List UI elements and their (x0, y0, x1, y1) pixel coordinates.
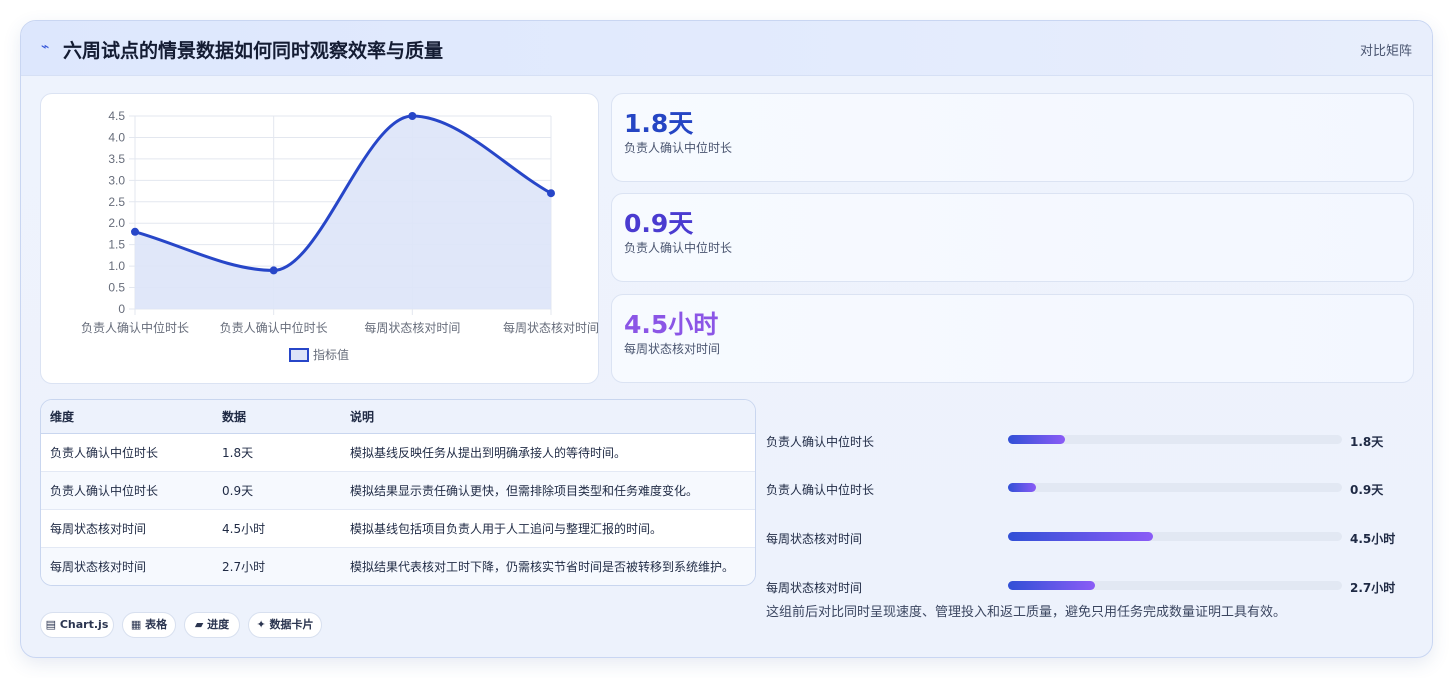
chip-label: 进度 (207, 618, 230, 631)
progress-label: 每周状态核对时间 (766, 532, 863, 546)
dashboard-panel: ⌁ 六周试点的情景数据如何同时观察效率与质量 对比矩阵 0 0.5 1.0 1.5 2.… (20, 20, 1433, 658)
legend-swatch (289, 348, 309, 362)
progress-label: 负责人确认中位时长 (766, 483, 875, 497)
progress-value: 2.7小时 (1350, 581, 1396, 595)
y-tick-label: 1.5 (108, 238, 125, 252)
stat-value: 0.9天 (624, 209, 694, 238)
progress-fill (1008, 483, 1037, 492)
panel-header: ⌁ 六周试点的情景数据如何同时观察效率与质量 对比矩阵 (21, 21, 1432, 76)
pulse-icon: ⌁ (41, 39, 50, 55)
y-tick-label: 2.5 (108, 195, 125, 209)
table-cell: 模拟结果显示责任确认更快，但需排除项目类型和任务难度变化。 (341, 471, 755, 510)
y-tick-label: 3.5 (108, 152, 125, 166)
table-cell: 模拟结果代表核对工时下降，仍需核实节省时间是否被转移到系统维护。 (341, 547, 755, 585)
stat-label: 每周状态核对时间 (624, 342, 721, 356)
table-cell: 0.9天 (213, 471, 341, 510)
chip-label: Chart.js (59, 618, 109, 631)
chip-table[interactable]: ▦ 表格 (122, 612, 176, 638)
table-row: 每周状态核对时间 2.7小时 模拟结果代表核对工时下降，仍需核实节省时间是否被转… (41, 547, 755, 585)
y-tick-label: 0 (118, 302, 125, 316)
x-tick-label: 每周状态核对时间 (503, 320, 599, 335)
table-cell: 每周状态核对时间 (41, 509, 213, 548)
table-cell: 每周状态核对时间 (41, 547, 213, 585)
x-tick-label: 负责人确认中位时长 (81, 320, 189, 335)
table-cell: 模拟基线反映任务从提出到明确承接人的等待时间。 (341, 433, 755, 472)
progress-label: 每周状态核对时间 (766, 581, 863, 595)
progress-track (1008, 581, 1342, 590)
stat-label: 负责人确认中位时长 (624, 241, 733, 255)
progress-value: 4.5小时 (1350, 532, 1396, 546)
progress-row: 负责人确认中位时长 1.8天 (766, 430, 1416, 450)
page-title: 六周试点的情景数据如何同时观察效率与质量 (63, 40, 444, 62)
progress-track (1008, 435, 1342, 444)
stat-value: 1.8天 (624, 109, 694, 138)
line-chart: 0 0.5 1.0 1.5 2.0 2.5 3.0 3.5 4.0 4.5 负责人确认中位时长 负责人… (81, 109, 599, 362)
stat-label: 负责人确认中位时长 (624, 141, 733, 155)
progress-row: 每周状态核对时间 4.5小时 (766, 527, 1416, 547)
header-tag: 对比矩阵 (1359, 44, 1412, 59)
table-icon: ▦ (130, 618, 142, 631)
progress-track (1008, 532, 1342, 541)
progress-value: 1.8天 (1350, 435, 1384, 449)
y-tick-label: 4.5 (108, 109, 125, 123)
card-icon: ✦ (256, 618, 266, 631)
data-table-card: 维度 数据 说明 负责人确认中位时长 1.8天 模拟基线反映任务从提出到明确承接… (40, 399, 756, 586)
chart-icon: ▤ (45, 618, 57, 631)
stat-card-2: 0.9天 负责人确认中位时长 (611, 193, 1414, 282)
summary-note: 这组前后对比同时呈现速度、管理投入和返工质量，避免只用任务完成数量证明工具有效。 (766, 605, 1287, 620)
y-tick-label: 0.5 (108, 281, 125, 295)
x-tick-label: 负责人确认中位时长 (220, 320, 328, 335)
table-cell: 2.7小时 (213, 547, 341, 585)
y-tick-label: 2.0 (108, 216, 125, 230)
table-header-cell: 维度 (41, 400, 213, 434)
y-tick-label: 4.0 (108, 130, 125, 144)
progress-row: 每周状态核对时间 2.7小时 (766, 576, 1416, 596)
table-header-cell: 数据 (213, 400, 341, 434)
data-point (547, 189, 555, 198)
data-point (131, 227, 139, 236)
progress-label: 负责人确认中位时长 (766, 435, 875, 449)
y-tick-label: 3.0 (108, 173, 125, 187)
stat-card-3: 4.5小时 每周状态核对时间 (611, 294, 1414, 383)
data-point (408, 112, 417, 120)
table-header-row: 维度 数据 说明 (41, 400, 755, 434)
chip-data-card[interactable]: ✦ 数据卡片 (248, 612, 322, 638)
chip-label: 表格 (145, 618, 168, 631)
table-cell: 1.8天 (213, 433, 341, 472)
line-chart-card: 0 0.5 1.0 1.5 2.0 2.5 3.0 3.5 4.0 4.5 负责人确认中位时长 负责人… (40, 93, 599, 384)
table-header-cell: 说明 (341, 400, 755, 434)
table-cell: 模拟基线包括项目负责人用于人工追问与整理汇报的时间。 (341, 509, 755, 548)
stat-card-1: 1.8天 负责人确认中位时长 (611, 93, 1414, 182)
progress-icon: ▰ (194, 618, 204, 631)
chip-chartjs[interactable]: ▤ Chart.js (40, 612, 114, 638)
chip-progress[interactable]: ▰ 进度 (184, 612, 240, 638)
table-cell: 负责人确认中位时长 (41, 433, 213, 472)
progress-track (1008, 483, 1342, 492)
data-point (269, 266, 278, 275)
progress-row: 负责人确认中位时长 0.9天 (766, 478, 1416, 498)
progress-fill (1008, 581, 1095, 590)
data-table: 维度 数据 说明 负责人确认中位时长 1.8天 模拟基线反映任务从提出到明确承接… (41, 400, 755, 585)
stat-value: 4.5小时 (624, 310, 719, 339)
progress-fill (1008, 532, 1154, 541)
legend-label: 指标值 (313, 347, 349, 362)
progress-fill (1008, 435, 1065, 444)
progress-value: 0.9天 (1350, 483, 1384, 497)
table-cell: 4.5小时 (213, 509, 341, 548)
table-cell: 负责人确认中位时长 (41, 471, 213, 510)
x-tick-label: 每周状态核对时间 (364, 320, 460, 335)
table-row: 负责人确认中位时长 1.8天 模拟基线反映任务从提出到明确承接人的等待时间。 (41, 433, 755, 472)
table-row: 每周状态核对时间 4.5小时 模拟基线包括项目负责人用于人工追问与整理汇报的时间… (41, 509, 755, 548)
series-area (135, 116, 551, 309)
chip-label: 数据卡片 (269, 618, 314, 631)
table-row: 负责人确认中位时长 0.9天 模拟结果显示责任确认更快，但需排除项目类型和任务难… (41, 471, 755, 510)
y-tick-label: 1.0 (108, 259, 125, 273)
